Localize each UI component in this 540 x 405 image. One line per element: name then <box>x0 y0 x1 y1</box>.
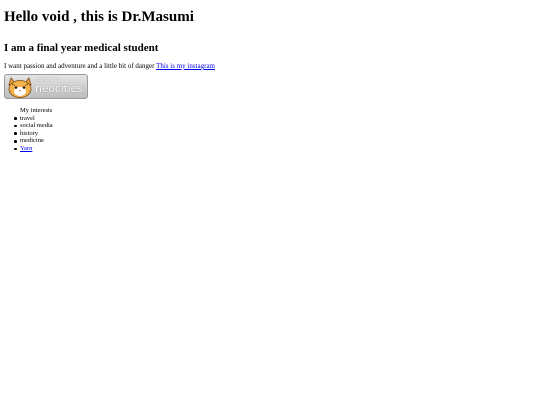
yarn-link[interactable]: Yarn <box>20 145 32 152</box>
badge-brand: neocities <box>35 82 83 95</box>
instagram-link[interactable]: This is my instagram <box>156 62 215 70</box>
list-item: Yarn <box>14 145 536 153</box>
page-title: Hello void , this is Dr.Masumi <box>4 9 194 25</box>
interests-label: My interests <box>20 107 53 114</box>
page-subtitle: I am a final year medical student <box>4 42 159 54</box>
tagline-text: I want passion and adventure and a littl… <box>4 62 155 70</box>
list-item: social media <box>14 122 536 130</box>
interests-section: My interests travel social media history… <box>14 107 536 153</box>
list-item: medicine <box>14 137 536 145</box>
tagline: I want passion and adventure and a littl… <box>4 62 536 71</box>
neocities-badge[interactable]: hosted by neocities <box>4 74 88 99</box>
list-item: travel <box>14 115 536 123</box>
neocities-cat-icon <box>8 77 32 98</box>
interests-list: travel social media history medicine Yar… <box>14 115 536 153</box>
page-content: Hello void , this is Dr.Masumi I am a fi… <box>4 8 536 153</box>
list-item: history <box>14 130 536 138</box>
